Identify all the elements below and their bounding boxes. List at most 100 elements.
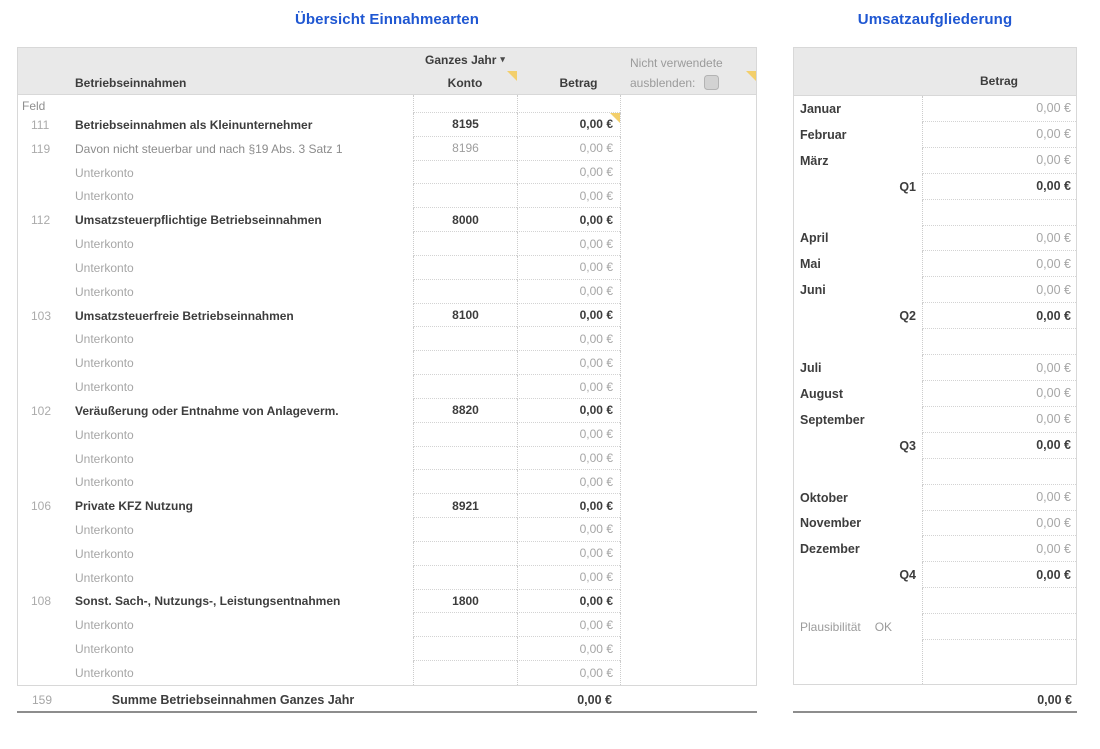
feld-number: 106 — [18, 494, 55, 518]
betrag-cell[interactable]: 0,00 € — [517, 637, 620, 661]
konto-cell[interactable]: 8000 — [413, 208, 517, 232]
betrag-cell[interactable]: 0,00 € — [517, 399, 620, 423]
table-row: August0,00 € — [794, 381, 1076, 407]
row-label: Q4 — [794, 562, 922, 588]
table-row — [794, 459, 1076, 485]
konto-cell[interactable] — [413, 447, 517, 471]
betrag-cell[interactable]: 0,00 € — [922, 251, 1076, 277]
betrag-cell[interactable]: 0,00 € — [922, 485, 1076, 511]
empty-cell — [620, 256, 756, 280]
konto-cell[interactable] — [413, 351, 517, 375]
konto-cell[interactable] — [413, 161, 517, 185]
konto-cell[interactable] — [413, 518, 517, 542]
betrag-cell[interactable]: 0,00 € — [922, 562, 1076, 588]
betrag-cell[interactable]: 0,00 € — [517, 161, 620, 185]
konto-cell[interactable] — [413, 184, 517, 208]
konto-cell[interactable] — [413, 566, 517, 590]
betrag-cell[interactable]: 0,00 € — [517, 184, 620, 208]
hide-unused-checkbox[interactable] — [704, 75, 719, 90]
betrag-cell[interactable]: 0,00 € — [517, 494, 620, 518]
empty-cell — [620, 161, 756, 185]
betrag-cell[interactable]: 0,00 € — [517, 542, 620, 566]
konto-cell[interactable] — [413, 256, 517, 280]
betrag-cell[interactable]: 0,00 € — [517, 518, 620, 542]
table-row: April0,00 € — [794, 226, 1076, 252]
konto-cell[interactable] — [413, 542, 517, 566]
table-row: 119Davon nicht steuerbar und nach §19 Ab… — [18, 137, 756, 161]
empty-cell — [620, 637, 756, 661]
betrag-cell[interactable]: 0,00 € — [922, 277, 1076, 303]
konto-cell[interactable]: 8100 — [413, 304, 517, 328]
betrag-cell[interactable]: 0,00 € — [517, 661, 620, 685]
betrag-cell[interactable]: 0,00 € — [517, 208, 620, 232]
betrag-cell[interactable]: 0,00 € — [922, 148, 1076, 174]
betrag-cell[interactable]: 0,00 € — [517, 590, 620, 614]
betrag-cell[interactable]: 0,00 € — [517, 351, 620, 375]
konto-cell[interactable]: 8196 — [413, 137, 517, 161]
betrag-cell[interactable] — [922, 459, 1076, 485]
betrag-cell[interactable]: 0,00 € — [517, 566, 620, 590]
table-row: Juli0,00 € — [794, 355, 1076, 381]
betrag-cell[interactable] — [922, 329, 1076, 355]
empty-cell — [620, 423, 756, 447]
betrag-cell[interactable]: 0,00 € — [922, 511, 1076, 537]
table-row: Q10,00 € — [794, 174, 1076, 200]
betrag-cell[interactable]: 0,00 € — [922, 174, 1076, 200]
konto-cell[interactable]: 8921 — [413, 494, 517, 518]
betrag-cell[interactable]: 0,00 € — [922, 355, 1076, 381]
betrag-cell[interactable]: 0,00 € — [517, 613, 620, 637]
konto-cell[interactable] — [413, 423, 517, 447]
table-row: Juni0,00 € — [794, 277, 1076, 303]
feld-number — [18, 566, 55, 590]
betrag-cell[interactable]: 0,00 € — [517, 423, 620, 447]
betrag-cell[interactable]: 0,00 € — [517, 280, 620, 304]
betrag-cell[interactable] — [922, 614, 1076, 640]
konto-cell[interactable] — [413, 637, 517, 661]
konto-cell[interactable]: 1800 — [413, 590, 517, 614]
konto-cell[interactable] — [413, 280, 517, 304]
table-row: Unterkonto0,00 € — [18, 470, 756, 494]
konto-cell[interactable] — [413, 661, 517, 685]
konto-cell[interactable] — [413, 327, 517, 351]
betrag-cell[interactable]: 0,00 € — [517, 470, 620, 494]
betrag-cell[interactable]: 0,00 € — [922, 433, 1076, 459]
betrag-cell[interactable]: 0,00 € — [922, 381, 1076, 407]
betrag-cell[interactable]: 0,00 € — [517, 304, 620, 328]
chevron-down-icon: ▾ — [500, 55, 505, 64]
feld-number — [18, 613, 55, 637]
plausibility-status: OK — [875, 620, 892, 634]
betrag-cell[interactable]: 0,00 € — [922, 407, 1076, 433]
betrag-cell[interactable]: 0,00 € — [517, 375, 620, 399]
konto-cell[interactable] — [413, 375, 517, 399]
konto-cell[interactable]: 8195 — [413, 113, 517, 137]
betrag-cell[interactable]: 0,00 € — [517, 447, 620, 471]
betrag-cell[interactable]: 0,00 € — [922, 226, 1076, 252]
betrag-cell[interactable]: 0,00 € — [922, 96, 1076, 122]
feld-number — [18, 518, 55, 542]
konto-cell[interactable] — [413, 613, 517, 637]
betrag-cell[interactable]: 0,00 € — [517, 137, 620, 161]
column-header-konto-label: Konto — [448, 76, 483, 90]
betrag-cell[interactable] — [922, 588, 1076, 614]
einnahmearten-table: Betriebseinnahmen Ganzes Jahr ▾ Konto Be… — [17, 47, 757, 686]
konto-cell[interactable] — [413, 470, 517, 494]
empty-cell — [620, 542, 756, 566]
row-label: Unterkonto — [55, 637, 413, 661]
row-label: Betriebseinnahmen als Kleinunternehmer — [55, 113, 413, 137]
betrag-cell[interactable] — [922, 200, 1076, 226]
betrag-cell[interactable]: 0,00 € — [922, 303, 1076, 329]
empty-cell — [620, 184, 756, 208]
betrag-cell[interactable]: 0,00 € — [517, 256, 620, 280]
empty-cell — [620, 327, 756, 351]
einnahmearten-table-header: Betriebseinnahmen Ganzes Jahr ▾ Konto Be… — [18, 48, 756, 95]
einnahmearten-rows: 111Betriebseinnahmen als Kleinunternehme… — [18, 113, 756, 685]
konto-cell[interactable] — [413, 232, 517, 256]
betrag-cell[interactable]: 0,00 € — [517, 327, 620, 351]
betrag-cell[interactable]: 0,00 € — [922, 536, 1076, 562]
konto-cell[interactable]: 8820 — [413, 399, 517, 423]
betrag-cell[interactable]: 0,00 € — [922, 122, 1076, 148]
betrag-cell[interactable]: 0,00 € — [517, 232, 620, 256]
period-dropdown[interactable]: Ganzes Jahr ▾ — [413, 48, 517, 71]
betrag-cell[interactable]: 0,00 € — [517, 113, 620, 137]
betrag-cell[interactable] — [922, 640, 1076, 684]
